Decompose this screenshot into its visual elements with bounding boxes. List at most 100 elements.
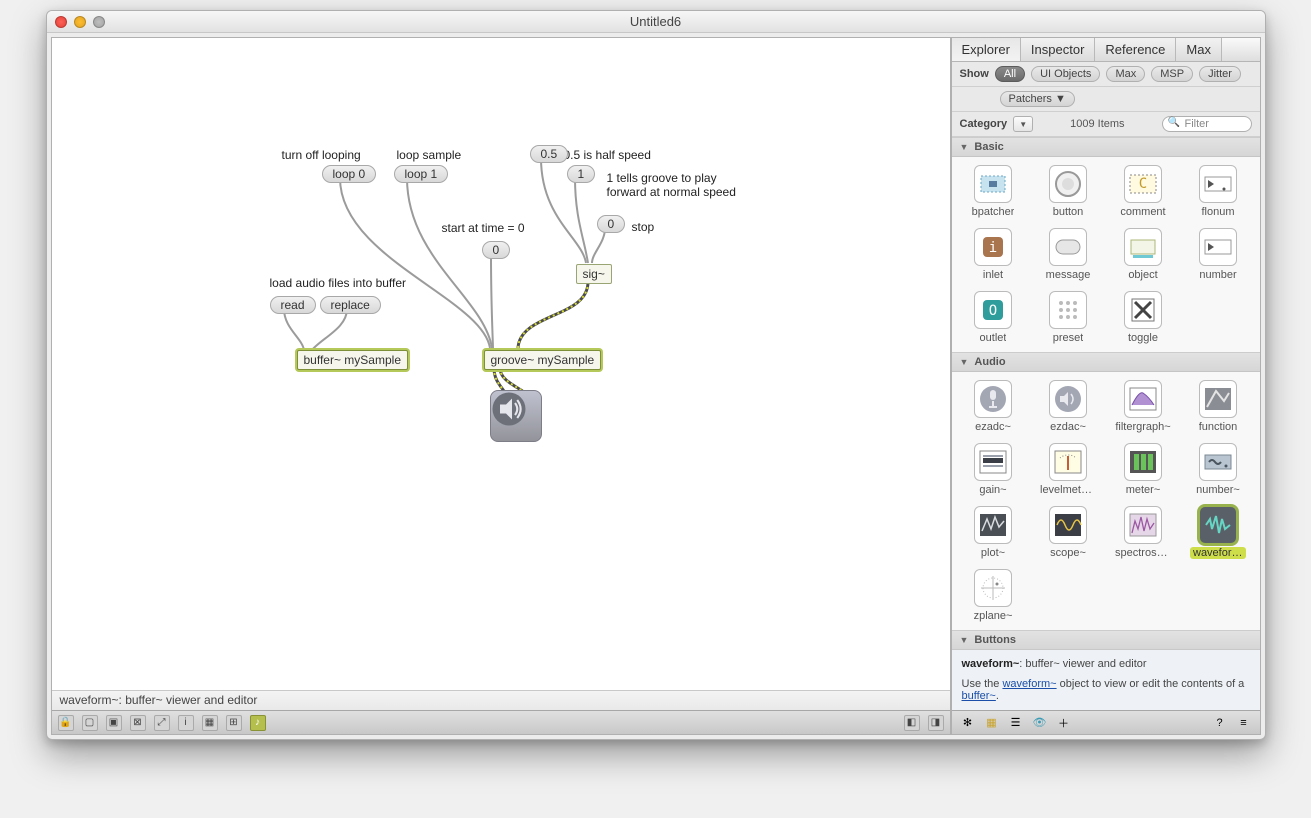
category-label: Category bbox=[960, 118, 1008, 130]
section-buttons[interactable]: Buttons bbox=[952, 630, 1260, 649]
zoom-icon[interactable] bbox=[93, 16, 105, 28]
palette-item-numbertilde[interactable]: number~ bbox=[1185, 443, 1252, 496]
object-box-sig[interactable]: sig~ bbox=[576, 264, 612, 284]
grid-view-icon[interactable]: ▦ bbox=[984, 715, 1000, 731]
message-box[interactable]: 0 bbox=[482, 241, 511, 259]
audio-on-icon[interactable]: ♪ bbox=[250, 715, 266, 731]
palette-item-spectroscope[interactable]: spectroscope~ bbox=[1110, 506, 1177, 559]
filter-max[interactable]: Max bbox=[1106, 66, 1145, 82]
close-icon[interactable] bbox=[55, 16, 67, 28]
patchers-row: Patchers ▼ bbox=[952, 87, 1260, 112]
help-panel: waveform~: buffer~ viewer and editor Use… bbox=[952, 649, 1260, 710]
help-link-buffer[interactable]: buffer~ bbox=[962, 690, 996, 702]
category-row: Category ▼ 1009 Items Filter bbox=[952, 112, 1260, 137]
filter-msp[interactable]: MSP bbox=[1151, 66, 1193, 82]
palette-item-comment[interactable]: Ccomment bbox=[1110, 165, 1177, 218]
app-window: Untitled6 bbox=[46, 10, 1266, 740]
comment: load audio files into buffer bbox=[270, 276, 407, 290]
object-box-buffer[interactable]: buffer~ mySample bbox=[297, 350, 409, 370]
tab-explorer[interactable]: Explorer bbox=[952, 38, 1021, 61]
message-box[interactable]: loop 1 bbox=[394, 165, 449, 183]
chevron-down-icon: ▼ bbox=[1019, 120, 1027, 129]
tab-max[interactable]: Max bbox=[1176, 38, 1222, 61]
palette-item-bpatcher[interactable]: bpatcher bbox=[960, 165, 1027, 218]
palette-item-function[interactable]: function bbox=[1185, 380, 1252, 433]
eye-icon[interactable]: 👁 bbox=[1032, 715, 1048, 731]
palette-item-inlet[interactable]: iinlet bbox=[960, 228, 1027, 281]
object-box-groove[interactable]: groove~ mySample bbox=[484, 350, 602, 370]
filter-all[interactable]: All bbox=[995, 66, 1025, 82]
message-box[interactable]: 0 bbox=[597, 215, 626, 233]
filter-ui[interactable]: UI Objects bbox=[1031, 66, 1100, 82]
presentation-icon[interactable]: ▣ bbox=[106, 715, 122, 731]
palette-item-waveform[interactable]: waveform~ bbox=[1185, 506, 1252, 559]
help-subtitle: : buffer~ viewer and editor bbox=[1019, 658, 1146, 670]
category-dropdown[interactable]: ▼ bbox=[1013, 116, 1033, 132]
palette-audio: ezadc~ ezdac~ filtergraph~ function gain… bbox=[952, 372, 1260, 630]
help-icon[interactable]: ? bbox=[1212, 715, 1228, 731]
list-view-icon[interactable]: ☰ bbox=[1008, 715, 1024, 731]
section-basic[interactable]: Basic bbox=[952, 137, 1260, 157]
comment: stop bbox=[632, 220, 655, 234]
palette-item-gain[interactable]: gain~ bbox=[960, 443, 1027, 496]
show-filter-row: Show All UI Objects Max MSP Jitter bbox=[952, 62, 1260, 87]
patcher-canvas[interactable]: turn off looping loop sample 0.5 is half… bbox=[52, 38, 950, 690]
tab-inspector[interactable]: Inspector bbox=[1021, 38, 1095, 61]
palette-basic: bpatcher button Ccomment flonum iinlet m… bbox=[952, 157, 1260, 352]
search-input[interactable]: Filter bbox=[1162, 116, 1252, 132]
ezdac-object[interactable] bbox=[490, 390, 542, 442]
palette-item-toggle[interactable]: toggle bbox=[1110, 291, 1177, 344]
message-box[interactable]: loop 0 bbox=[322, 165, 377, 183]
palette-item-ezadc[interactable]: ezadc~ bbox=[960, 380, 1027, 433]
message-box[interactable]: replace bbox=[320, 296, 381, 314]
sidebar-tabs: Explorer Inspector Reference Max bbox=[952, 38, 1260, 62]
palette-item-outlet[interactable]: Ooutlet bbox=[960, 291, 1027, 344]
palette-item-number[interactable]: number bbox=[1185, 228, 1252, 281]
filter-jitter[interactable]: Jitter bbox=[1199, 66, 1241, 82]
palette-item-object[interactable]: object bbox=[1110, 228, 1177, 281]
palette-item-zplane[interactable]: zplane~ bbox=[960, 569, 1027, 622]
palette-item-levelmeter[interactable]: levelmeter~ bbox=[1035, 443, 1102, 496]
message-box[interactable]: 0.5 bbox=[530, 145, 569, 163]
layout1-icon[interactable]: ◧ bbox=[904, 715, 920, 731]
info-icon[interactable]: i bbox=[178, 715, 194, 731]
grid2-icon[interactable]: ⊞ bbox=[226, 715, 242, 731]
status-text: waveform~: buffer~ viewer and editor bbox=[60, 693, 258, 707]
message-box[interactable]: read bbox=[270, 296, 316, 314]
section-audio[interactable]: Audio bbox=[952, 352, 1260, 372]
palette-item-plot[interactable]: plot~ bbox=[960, 506, 1027, 559]
message-box[interactable]: 1 bbox=[567, 165, 596, 183]
palette-item-filtergraph[interactable]: filtergraph~ bbox=[1110, 380, 1177, 433]
grid-icon[interactable]: ▦ bbox=[202, 715, 218, 731]
palette-item-scope[interactable]: scope~ bbox=[1035, 506, 1102, 559]
comment: 1 tells groove to play forward at normal… bbox=[607, 171, 736, 199]
new-object-icon[interactable]: ▢ bbox=[82, 715, 98, 731]
palette-item-ezdac[interactable]: ezdac~ bbox=[1035, 380, 1102, 433]
zoom-icon[interactable]: ⤢ bbox=[154, 715, 170, 731]
palette-item-message[interactable]: message bbox=[1035, 228, 1102, 281]
item-count: 1009 Items bbox=[1039, 118, 1155, 130]
tab-reference[interactable]: Reference bbox=[1095, 38, 1176, 61]
comment: loop sample bbox=[397, 148, 462, 162]
window-title: Untitled6 bbox=[47, 14, 1265, 29]
palette-item-meter[interactable]: meter~ bbox=[1110, 443, 1177, 496]
minimize-icon[interactable] bbox=[74, 16, 86, 28]
help-title: waveform~ bbox=[962, 658, 1020, 670]
menu-icon[interactable]: ≡ bbox=[1236, 715, 1252, 731]
patchers-dropdown[interactable]: Patchers ▼ bbox=[1000, 91, 1075, 107]
palette-item-preset[interactable]: preset bbox=[1035, 291, 1102, 344]
gear-icon[interactable]: ✻ bbox=[960, 715, 976, 731]
layout2-icon[interactable]: ◨ bbox=[928, 715, 944, 731]
show-label: Show bbox=[960, 68, 989, 80]
content: turn off looping loop sample 0.5 is half… bbox=[47, 33, 1265, 739]
add-icon[interactable]: ＋ bbox=[1056, 715, 1072, 731]
palette-item-flonum[interactable]: flonum bbox=[1185, 165, 1252, 218]
palette-item-button[interactable]: button bbox=[1035, 165, 1102, 218]
lock-icon[interactable]: 🔒 bbox=[58, 715, 74, 731]
patch-icon[interactable]: ⊠ bbox=[130, 715, 146, 731]
traffic-lights bbox=[47, 16, 105, 28]
sidebar: Explorer Inspector Reference Max Show Al… bbox=[951, 37, 1261, 735]
help-link-waveform[interactable]: waveform~ bbox=[1002, 678, 1056, 690]
palette-scroll[interactable]: Basic bpatcher button Ccomment flonum ii… bbox=[952, 137, 1260, 649]
titlebar[interactable]: Untitled6 bbox=[47, 11, 1265, 33]
